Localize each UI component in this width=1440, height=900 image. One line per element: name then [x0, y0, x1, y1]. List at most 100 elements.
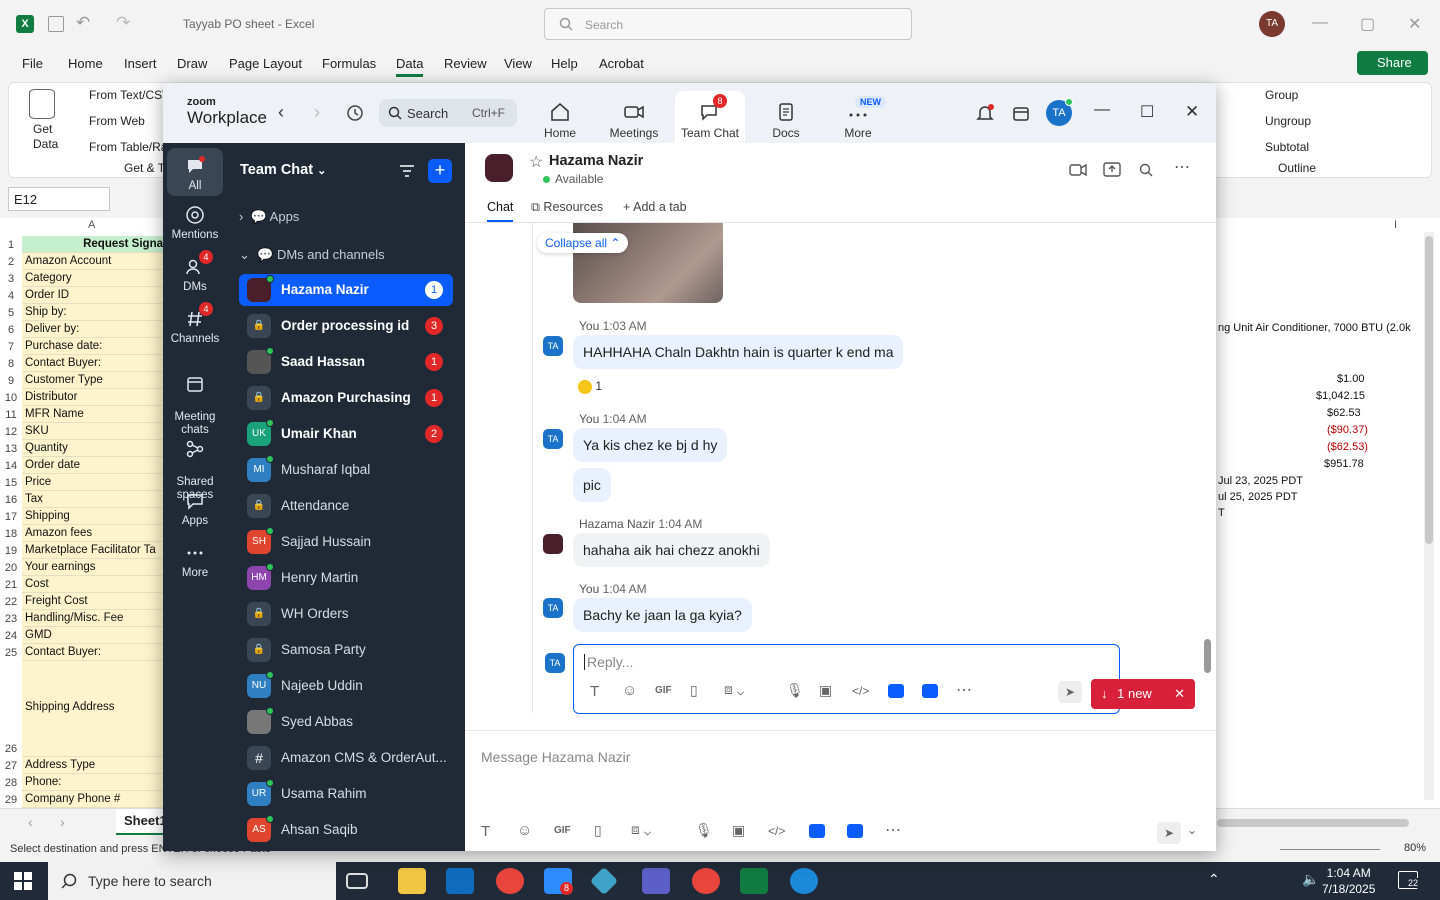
file-icon[interactable]: ▯: [594, 822, 602, 839]
compose-area[interactable]: Message Hazama Nazir T ☺ GIF ▯ ⧈ ⌄ 🎙 ▣ <…: [465, 730, 1216, 851]
code-icon[interactable]: </>: [852, 684, 869, 698]
conversation-item[interactable]: AS Ahsan Saqib: [239, 814, 453, 846]
conversation-item[interactable]: 🔒 Amazon Purchasing 1: [239, 382, 453, 414]
gif-icon[interactable]: GIF: [655, 685, 672, 696]
from-text-button[interactable]: From Text/CSV: [89, 88, 170, 102]
tab-chat[interactable]: Chat: [487, 200, 514, 222]
conversation-item[interactable]: 🔒 Order processing id 3: [239, 310, 453, 342]
section-dms-channels[interactable]: ⌄ 💬 DMs and channels: [239, 247, 385, 263]
cell-label[interactable]: Price: [22, 474, 163, 491]
conversation-item[interactable]: 🔒 Samosa Party: [239, 634, 453, 666]
sender-avatar[interactable]: TA: [543, 336, 563, 356]
zoom-slider[interactable]: [1280, 849, 1380, 850]
message-bubble[interactable]: HAHHAHA Chaln Dakhtn hain is quarter k e…: [573, 335, 904, 369]
message-bubble[interactable]: Bachy ke jaan la ga kyia?: [573, 598, 752, 632]
back-icon[interactable]: ‹: [278, 102, 284, 123]
outlook-icon[interactable]: [446, 868, 474, 894]
tab-resources[interactable]: ⧉ Resources: [531, 200, 603, 215]
minimize-icon[interactable]: —: [1094, 101, 1110, 119]
row-header[interactable]: 21: [0, 579, 22, 591]
new-messages-button[interactable]: ↓ 1 new ✕: [1091, 679, 1195, 709]
text-format-icon[interactable]: T: [590, 683, 599, 700]
row-header[interactable]: 6: [0, 324, 22, 336]
zoom-level[interactable]: 80%: [1404, 842, 1426, 854]
app-diamond-icon[interactable]: [589, 866, 619, 896]
app-icon[interactable]: [809, 824, 825, 838]
app-icon[interactable]: [847, 824, 863, 838]
compose-input[interactable]: Message Hazama Nazir: [481, 749, 630, 765]
group-button[interactable]: Group: [1265, 88, 1298, 102]
dismiss-icon[interactable]: ✕: [1174, 679, 1185, 709]
conversation-item[interactable]: SH Sajjad Hussain: [239, 526, 453, 558]
cell-label[interactable]: Contact Buyer:: [22, 644, 163, 661]
cell-label[interactable]: Contact Buyer:: [22, 355, 163, 372]
conversation-item[interactable]: MI Musharaf Iqbal: [239, 454, 453, 486]
share-button[interactable]: Share: [1357, 51, 1428, 75]
nav-home[interactable]: Home: [525, 91, 595, 143]
send-icon[interactable]: ➤: [1157, 822, 1181, 844]
row-header[interactable]: 1: [0, 239, 22, 251]
maximize-icon[interactable]: ☐: [1140, 102, 1154, 122]
conversation-item[interactable]: 🔒 WH Orders: [239, 598, 453, 630]
chrome-icon[interactable]: [496, 868, 524, 894]
filter-icon[interactable]: [399, 164, 415, 178]
cell-value-5[interactable]: ($62.53): [1327, 441, 1368, 453]
column-header-a[interactable]: A: [88, 219, 95, 231]
cell-value-3[interactable]: $62.53: [1327, 407, 1361, 419]
file-explorer-icon[interactable]: [398, 868, 426, 894]
nav-meetings[interactable]: Meetings: [599, 91, 669, 143]
cell-label[interactable]: Ship by:: [22, 304, 163, 321]
cell-label[interactable]: Order ID: [22, 287, 163, 304]
rail-dms[interactable]: 4 DMs: [167, 250, 223, 293]
reaction[interactable]: 1: [578, 379, 602, 394]
chevron-up-icon[interactable]: ⌃: [1208, 871, 1220, 888]
conversation-item[interactable]: HM Henry Martin: [239, 562, 453, 594]
row-header[interactable]: 7: [0, 341, 22, 353]
cell-value-1[interactable]: $1.00: [1337, 373, 1365, 385]
row-header[interactable]: 14: [0, 460, 22, 472]
bell-icon[interactable]: [975, 103, 995, 123]
cell-label[interactable]: GMD: [22, 627, 163, 644]
message-scrollbar[interactable]: [1204, 639, 1211, 673]
app-icon[interactable]: [922, 684, 938, 698]
menu-draw[interactable]: Draw: [177, 56, 207, 71]
row-header[interactable]: 24: [0, 630, 22, 642]
subtotal-button[interactable]: Subtotal: [1265, 140, 1309, 154]
vertical-scrollbar[interactable]: [1424, 232, 1434, 800]
save-icon[interactable]: [48, 16, 64, 32]
row-header[interactable]: 19: [0, 545, 22, 557]
cell-label[interactable]: Amazon Account: [22, 253, 163, 270]
excel-taskbar-icon[interactable]: [740, 868, 768, 894]
row-header[interactable]: 20: [0, 562, 22, 574]
message-bubble[interactable]: hahaha aik hai chezz anokhi: [573, 533, 770, 567]
row-header[interactable]: 16: [0, 494, 22, 506]
contact-avatar[interactable]: [485, 154, 513, 182]
conversation-item[interactable]: Syed Abbas: [239, 706, 453, 738]
row-header[interactable]: 2: [0, 256, 22, 268]
rail-more[interactable]: More: [167, 543, 223, 579]
volume-icon[interactable]: 🔈: [1302, 871, 1319, 888]
cell-label[interactable]: Order date: [22, 457, 163, 474]
reply-box[interactable]: Reply... T ☺ GIF ▯ ⧈ ⌄ 🎙 ▣ </> ⋯ ➤: [573, 644, 1120, 714]
edge-icon[interactable]: [790, 868, 818, 894]
app-icon[interactable]: [888, 684, 904, 698]
ungroup-button[interactable]: Ungroup: [1265, 114, 1311, 128]
rail-all[interactable]: All: [167, 148, 223, 196]
section-apps[interactable]: › 💬 Apps: [239, 209, 299, 225]
microphone-icon[interactable]: 🎙: [695, 822, 713, 839]
menu-data[interactable]: Data: [396, 56, 424, 77]
cell-label[interactable]: MFR Name: [22, 406, 163, 423]
row-header[interactable]: 29: [0, 794, 22, 806]
from-web-button[interactable]: From Web: [89, 114, 145, 128]
zoom-taskbar-icon[interactable]: 8: [544, 868, 573, 895]
emoji-icon[interactable]: ☺: [517, 822, 532, 839]
file-icon[interactable]: ▯: [690, 682, 698, 699]
sender-avatar[interactable]: TA: [543, 598, 563, 618]
zoom-search-box[interactable]: Search Ctrl+F: [379, 99, 517, 127]
close-icon[interactable]: ✕: [1185, 102, 1199, 122]
cell-label[interactable]: Freight Cost: [22, 593, 163, 610]
rail-mentions[interactable]: Mentions: [167, 205, 223, 241]
emoji-icon[interactable]: ☺: [622, 682, 637, 699]
minimize-icon[interactable]: —: [1312, 14, 1328, 32]
sheet-tab[interactable]: Sheet1: [116, 809, 167, 835]
